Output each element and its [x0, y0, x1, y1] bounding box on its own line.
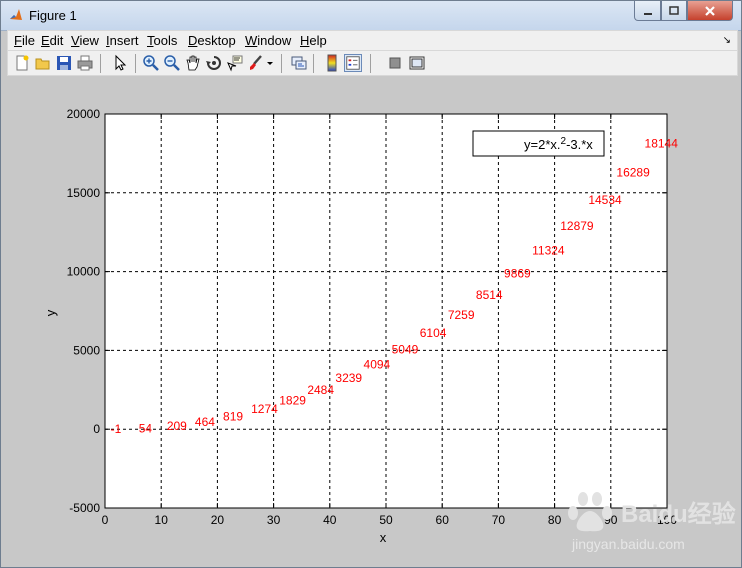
- menu-bar: File Edit View Insert Tools Desktop Wind…: [7, 30, 738, 51]
- y-tick-label: 20000: [67, 107, 101, 121]
- data-cursor-icon[interactable]: [226, 54, 244, 72]
- maximize-button[interactable]: [661, 1, 687, 21]
- show-plot-tools-icon[interactable]: [408, 54, 426, 72]
- y-tick-label: -5000: [69, 501, 100, 515]
- data-point-label: 1274: [251, 402, 278, 416]
- data-point-label: 4094: [364, 358, 391, 372]
- legend-entry: y=2*x.2-3.*x: [524, 136, 593, 152]
- maximize-icon: [669, 5, 679, 15]
- data-point-label: 1829: [279, 393, 306, 407]
- menu-desktop[interactable]: Desktop: [188, 33, 236, 48]
- y-axis-label: y: [43, 309, 58, 316]
- y-tick-label: 0: [93, 422, 100, 436]
- menu-edit[interactable]: Edit: [41, 33, 63, 48]
- dock-arrow-icon[interactable]: ↘: [723, 35, 731, 46]
- data-point-label: -1: [111, 422, 122, 436]
- data-point-label: 14534: [588, 193, 622, 207]
- brush-icon[interactable]: [247, 54, 265, 72]
- watermark-brand: Baidu经验: [621, 500, 736, 528]
- save-icon[interactable]: [55, 54, 73, 72]
- menu-file[interactable]: File: [14, 33, 35, 48]
- link-plot-icon[interactable]: [290, 54, 308, 72]
- rotate-3d-icon[interactable]: [205, 54, 223, 72]
- y-tick-label: 10000: [67, 265, 101, 279]
- menu-view[interactable]: View: [71, 33, 99, 48]
- minimize-button[interactable]: [634, 1, 661, 21]
- menu-window[interactable]: Window: [245, 33, 291, 48]
- data-point-label: 464: [195, 415, 215, 429]
- menu-help[interactable]: Help: [300, 33, 327, 48]
- minimize-icon: [643, 12, 652, 15]
- close-button[interactable]: [687, 1, 733, 21]
- data-point-label: 9869: [504, 267, 531, 281]
- data-point-label: 5049: [392, 343, 419, 357]
- menu-insert[interactable]: Insert: [106, 33, 139, 48]
- pan-icon[interactable]: [184, 54, 202, 72]
- legend[interactable]: y=2*x.2-3.*x: [472, 130, 605, 157]
- title-bar[interactable]: Figure 1: [1, 1, 741, 31]
- x-tick-label: 0: [102, 513, 109, 527]
- data-point-label: 7259: [448, 308, 475, 322]
- x-axis-label: x: [380, 530, 387, 545]
- insert-colorbar-icon[interactable]: [323, 54, 341, 72]
- axes-background[interactable]: [104, 113, 668, 509]
- data-point-label: 6104: [420, 326, 447, 340]
- window-title: Figure 1: [29, 8, 77, 23]
- data-point-label: 11324: [532, 244, 565, 258]
- data-point-label: 16289: [616, 165, 650, 179]
- data-point-label: 54: [139, 421, 153, 435]
- baidu-paw-logo-icon: Baidu经验: [568, 492, 736, 532]
- print-icon[interactable]: [76, 54, 94, 72]
- x-tick-label: 30: [267, 513, 281, 527]
- x-tick-label: 10: [155, 513, 169, 527]
- data-point-label: 18144: [645, 136, 679, 150]
- y-tick-label: 15000: [67, 186, 101, 200]
- x-tick-label: 70: [492, 513, 506, 527]
- x-tick-label: 60: [436, 513, 450, 527]
- data-point-label: 209: [167, 419, 187, 433]
- menu-tools[interactable]: Tools: [147, 33, 177, 48]
- hide-plot-tools-icon[interactable]: [386, 54, 404, 72]
- brush-menu-icon[interactable]: [265, 54, 275, 72]
- zoom-out-icon[interactable]: [163, 54, 181, 72]
- figure-window: Figure 1 File Edit View Insert Tools Des…: [0, 0, 742, 568]
- open-file-icon[interactable]: [34, 54, 52, 72]
- close-icon: [705, 5, 715, 16]
- zoom-in-icon[interactable]: [142, 54, 160, 72]
- x-tick-label: 80: [548, 513, 562, 527]
- matlab-logo-icon: [10, 9, 22, 20]
- new-figure-icon[interactable]: [13, 54, 31, 72]
- insert-legend-icon[interactable]: [344, 54, 362, 72]
- data-point-label: 12879: [560, 219, 594, 233]
- data-point-label: 2484: [307, 383, 334, 397]
- data-point-label: 8514: [476, 288, 503, 302]
- x-tick-label: 40: [323, 513, 337, 527]
- x-tick-label: 20: [211, 513, 225, 527]
- data-point-label: 819: [223, 409, 243, 423]
- watermark-url: jingyan.baidu.com: [572, 536, 685, 552]
- figure-toolbar: [7, 51, 738, 76]
- x-tick-label: 50: [379, 513, 393, 527]
- data-point-label: 3239: [335, 371, 362, 385]
- edit-plot-icon[interactable]: [111, 54, 129, 72]
- y-tick-label: 5000: [73, 343, 100, 357]
